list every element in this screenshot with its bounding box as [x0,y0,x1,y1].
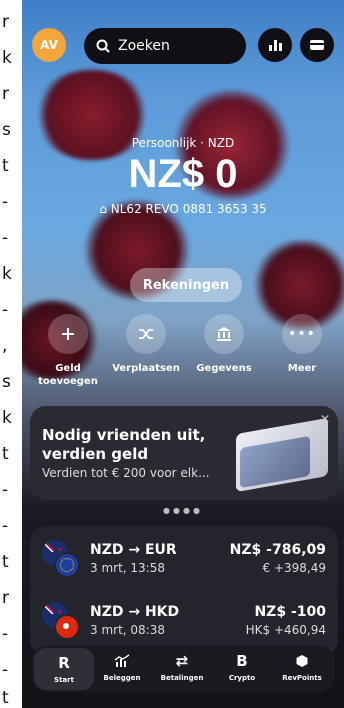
add-money-button[interactable]: Geld toevoegen [28,314,108,388]
close-icon[interactable]: ✕ [320,412,330,426]
avatar[interactable]: AV [32,28,66,62]
edge-char: k [2,264,12,284]
points-icon [272,652,332,670]
transaction-row[interactable]: NZD → HKD 3 mrt, 08:38 NZ$ -100 HK$ +460… [30,596,338,646]
edge-char: - [2,300,9,320]
edge-char: k [2,408,12,428]
search-label: Zoeken [118,38,170,54]
edge-char: - [2,192,9,212]
accounts-button[interactable]: Rekeningen [130,268,242,302]
iban-text: NL62 REVO 0881 3653 35 [110,202,267,216]
more-icon: ••• [282,314,322,354]
edge-char: - [2,228,9,248]
quick-actions: Geld toevoegen Verplaatsen Gegevens ••• … [22,314,344,394]
bottom-tab-bar: R Start Beleggen ⇄ Betalingen B Crypto R… [32,646,334,692]
transfer-icon: ⇄ [175,652,189,670]
bank-icon: ⌂ [99,202,111,216]
tab-crypto[interactable]: B Crypto [212,646,272,692]
tab-invest[interactable]: Beleggen [92,646,152,692]
transaction-title: NZD → HKD [90,604,180,620]
carousel-dots: ●●●● [163,506,203,515]
transaction-time: 3 mrt, 13:58 [90,561,165,575]
tab-label: Start [54,676,74,684]
account-label: Persoonlijk · NZD [131,136,235,150]
search-icon [96,39,110,53]
revolut-icon: R [58,654,70,672]
top-bar: AV Zoeken [32,26,336,66]
transaction-time: 3 mrt, 08:38 [90,623,165,637]
bank-icon [204,314,244,354]
promo-title: Nodig vrienden uit, verdien geld [42,426,206,463]
transaction-secondary-amount: € +398,49 [262,561,327,575]
avatar-initials: AV [40,38,58,52]
edge-char: - [2,516,9,536]
bar-chart-icon [269,40,282,51]
transaction-row[interactable]: NZD → EUR 3 mrt, 13:58 NZ$ -786,09 € +39… [30,534,338,584]
cards-button[interactable] [300,28,334,62]
edge-char: r [2,588,9,608]
add-money-label: Geld toevoegen [38,363,98,387]
edge-char: , [2,336,8,356]
promo-card[interactable]: Nodig vrienden uit, verdien geld Verdien… [30,406,338,500]
more-button[interactable]: ••• Meer [262,314,342,375]
edge-char: t [2,444,9,464]
move-label: Verplaatsen [112,363,180,374]
edge-char: r [2,12,9,32]
edge-char: - [2,624,9,644]
tab-label: Crypto [228,674,256,682]
account-balance[interactable]: NZ$ 0 [22,152,344,197]
transaction-secondary-amount: HK$ +460,94 [245,623,326,637]
tab-label: RevPoints [282,674,322,682]
move-button[interactable]: Verplaatsen [106,314,186,375]
more-label: Meer [287,363,317,374]
shuffle-icon [126,314,166,354]
bitcoin-icon: B [236,652,248,670]
tab-label: Betalingen [160,674,204,682]
left-edge-text-strip: r k r s t - - k - , s k t - - t r - - t [0,0,22,708]
tab-label: Beleggen [103,674,141,682]
edge-char: k [2,48,12,68]
edge-char: t [2,156,9,176]
edge-char: t [2,552,9,572]
chart-icon [92,652,152,670]
promo-subtitle: Verdien tot € 200 voor elk... [42,466,210,480]
app-screen: AV Zoeken Persoonlijk · NZD NZ$ 0 ⌂ NL62… [22,0,344,708]
search-bar[interactable]: Zoeken [84,28,246,64]
analytics-button[interactable] [258,28,292,62]
transactions-panel: NZD → EUR 3 mrt, 13:58 NZ$ -786,09 € +39… [30,526,338,656]
transaction-title: NZD → EUR [90,542,177,558]
card-icon [310,40,324,50]
edge-char: - [2,660,9,680]
details-button[interactable]: Gegevens [184,314,264,375]
edge-char: - [2,480,9,500]
tab-revpoints[interactable]: RevPoints [272,646,332,692]
edge-char: s [2,372,11,392]
tab-payments[interactable]: ⇄ Betalingen [152,646,212,692]
tab-start[interactable]: R Start [34,648,94,690]
transaction-amount: NZ$ -100 [254,604,326,620]
edge-char: r [2,84,9,104]
transaction-amount: NZ$ -786,09 [229,542,326,558]
iban-row[interactable]: ⌂ NL62 REVO 0881 3653 35 [22,202,344,216]
nzd-hkd-flags-icon [42,602,80,640]
plus-icon [48,314,88,354]
edge-char: t [2,688,9,708]
edge-char: s [2,120,11,140]
details-label: Gegevens [196,363,252,374]
nzd-eur-flags-icon [42,540,80,578]
